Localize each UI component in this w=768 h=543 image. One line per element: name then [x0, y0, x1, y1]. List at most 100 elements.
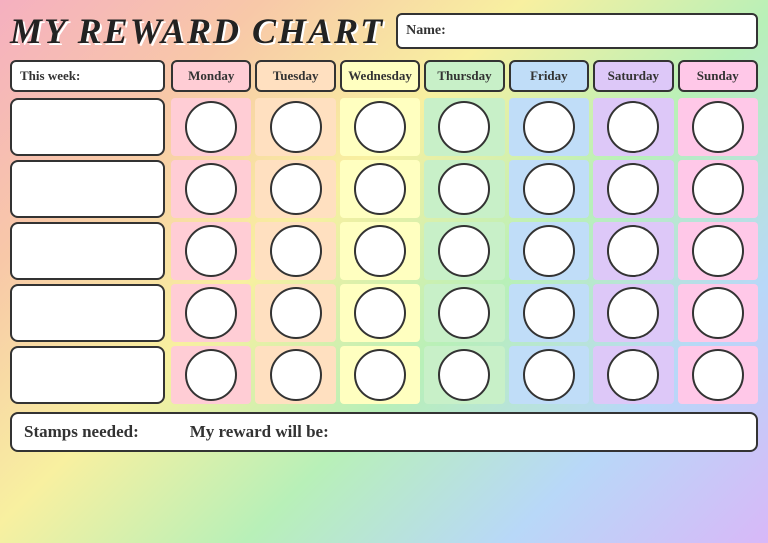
circle: [692, 225, 744, 277]
circle-cell: [593, 98, 673, 156]
task-box-4[interactable]: [10, 284, 165, 342]
day-tuesday: Tuesday: [255, 60, 335, 92]
day-friday: Friday: [509, 60, 589, 92]
circle: [185, 349, 237, 401]
circle: [692, 349, 744, 401]
this-week-box[interactable]: This week:: [10, 60, 165, 92]
circle-cell: [678, 284, 758, 342]
circle-cell: [171, 160, 251, 218]
grid-area: [10, 98, 758, 404]
circle: [607, 101, 659, 153]
circles-row-4: [171, 284, 758, 342]
day-thursday: Thursday: [424, 60, 504, 92]
days-header: Monday Tuesday Wednesday Thursday Friday…: [171, 60, 758, 92]
chart-container: MY REWARD CHART Name: This week: Monday …: [0, 0, 768, 543]
circle-cell: [255, 346, 335, 404]
circle-cell: [340, 222, 420, 280]
circles-row-1: [171, 98, 758, 156]
circle: [438, 225, 490, 277]
circle: [607, 225, 659, 277]
circle-cell: [171, 284, 251, 342]
this-week-label: This week:: [20, 68, 80, 84]
circle-cell: [340, 160, 420, 218]
circle-cell: [424, 98, 504, 156]
bottom-row: Stamps needed: My reward will be:: [10, 412, 758, 452]
task-box-1[interactable]: [10, 98, 165, 156]
circle-cell: [255, 160, 335, 218]
circle: [270, 101, 322, 153]
circles-row-2: [171, 160, 758, 218]
circles-row-5: [171, 346, 758, 404]
circle-cell: [678, 346, 758, 404]
circle: [438, 101, 490, 153]
circle: [607, 163, 659, 215]
circle-cell: [171, 98, 251, 156]
circle-cell: [678, 222, 758, 280]
day-sunday: Sunday: [678, 60, 758, 92]
grid-row-2: [10, 160, 758, 218]
chart-title: MY REWARD CHART: [10, 10, 384, 52]
circle-cell: [424, 222, 504, 280]
circle-cell: [509, 160, 589, 218]
circle: [354, 163, 406, 215]
task-box-5[interactable]: [10, 346, 165, 404]
name-label: Name:: [406, 23, 446, 39]
circle-cell: [255, 98, 335, 156]
circle-cell: [678, 160, 758, 218]
circle: [438, 163, 490, 215]
circle-cell: [593, 222, 673, 280]
day-wednesday: Wednesday: [340, 60, 420, 92]
circle: [185, 163, 237, 215]
name-box[interactable]: Name:: [396, 13, 758, 49]
circle-cell: [424, 346, 504, 404]
circle: [270, 163, 322, 215]
circle-cell: [593, 346, 673, 404]
circle-cell: [255, 222, 335, 280]
circle: [354, 349, 406, 401]
title-row: MY REWARD CHART Name:: [10, 10, 758, 52]
circle: [523, 163, 575, 215]
circle-cell: [509, 346, 589, 404]
grid-row-4: [10, 284, 758, 342]
circle-cell: [255, 284, 335, 342]
circle-cell: [593, 160, 673, 218]
circle: [270, 287, 322, 339]
circle-cell: [509, 284, 589, 342]
circle-cell: [509, 98, 589, 156]
circle: [354, 287, 406, 339]
circle: [523, 287, 575, 339]
circle: [438, 349, 490, 401]
circle: [270, 349, 322, 401]
circle: [523, 225, 575, 277]
circle-cell: [171, 346, 251, 404]
circle-cell: [678, 98, 758, 156]
circle-cell: [593, 284, 673, 342]
circles-row-3: [171, 222, 758, 280]
circle-cell: [340, 98, 420, 156]
task-box-3[interactable]: [10, 222, 165, 280]
circle: [270, 225, 322, 277]
grid-row-1: [10, 98, 758, 156]
circle: [185, 225, 237, 277]
task-box-2[interactable]: [10, 160, 165, 218]
circle-cell: [424, 160, 504, 218]
grid-row-5: [10, 346, 758, 404]
circle-cell: [340, 284, 420, 342]
circle: [354, 225, 406, 277]
circle: [607, 349, 659, 401]
circle: [692, 101, 744, 153]
grid-row-3: [10, 222, 758, 280]
circle: [354, 101, 406, 153]
circle: [523, 349, 575, 401]
circle-cell: [509, 222, 589, 280]
reward-label: My reward will be:: [190, 422, 329, 442]
circle: [523, 101, 575, 153]
header-row: This week: Monday Tuesday Wednesday Thur…: [10, 60, 758, 92]
circle: [438, 287, 490, 339]
day-monday: Monday: [171, 60, 251, 92]
circle: [185, 101, 237, 153]
circle-cell: [424, 284, 504, 342]
bottom-box[interactable]: Stamps needed: My reward will be:: [10, 412, 758, 452]
circle: [692, 287, 744, 339]
day-saturday: Saturday: [593, 60, 673, 92]
